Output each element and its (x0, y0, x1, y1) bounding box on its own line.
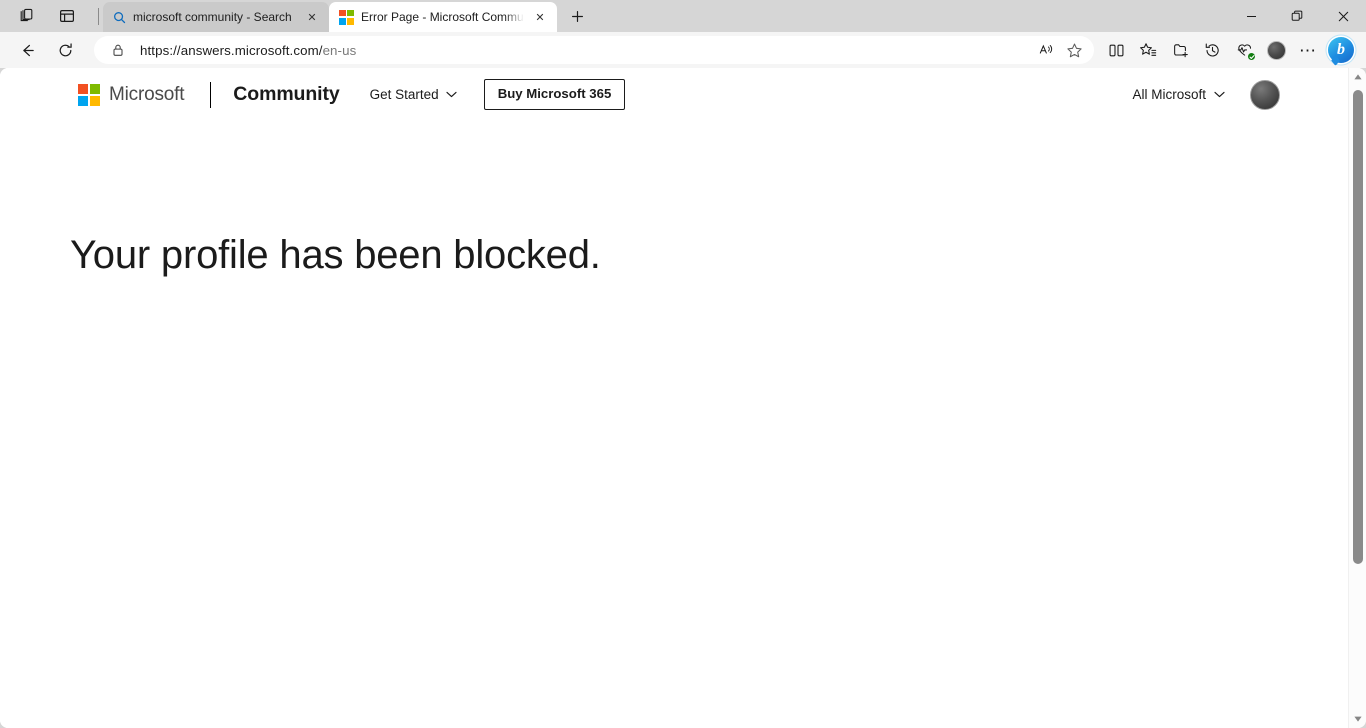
all-microsoft-label: All Microsoft (1132, 87, 1206, 102)
window-controls (1228, 0, 1366, 32)
community-title[interactable]: Community (233, 83, 339, 106)
tab-title: Error Page - Microsoft Community (361, 10, 524, 24)
add-favorite-star-icon[interactable] (1060, 38, 1088, 62)
restore-icon[interactable] (1274, 0, 1320, 32)
minimize-icon[interactable] (1228, 0, 1274, 32)
copilot-icon[interactable]: b (1324, 35, 1358, 65)
split-screen-icon[interactable] (1100, 35, 1132, 65)
tab-close-button[interactable]: ✕ (531, 8, 549, 26)
browser-titlebar: microsoft community - Search ✕ Error Pag… (0, 0, 1366, 32)
url-path: en-us (322, 42, 357, 58)
search-icon (113, 11, 126, 24)
history-icon[interactable] (1196, 35, 1228, 65)
tab-error-page-microsoft-community[interactable]: Error Page - Microsoft Community ✕ (329, 2, 557, 32)
buy-microsoft-365-button[interactable]: Buy Microsoft 365 (483, 79, 626, 110)
scroll-up-arrow[interactable] (1349, 68, 1366, 86)
favorites-icon[interactable] (1132, 35, 1164, 65)
back-button[interactable] (12, 35, 42, 65)
copilot-bing-logo: b (1328, 37, 1354, 63)
address-bar-actions (1032, 38, 1088, 62)
refresh-button[interactable] (50, 35, 80, 65)
new-tab-button[interactable] (563, 2, 591, 30)
essentials-status-badge (1247, 52, 1256, 61)
settings-more-icon[interactable]: ⋯ (1292, 35, 1324, 65)
page-viewport: Microsoft Community Get Started Buy Micr… (0, 68, 1366, 728)
titlebar-left-icons (0, 0, 103, 32)
chevron-down-icon (1214, 91, 1225, 98)
scrollbar-thumb[interactable] (1353, 90, 1363, 564)
tab-actions-icon[interactable] (10, 3, 40, 29)
tab-microsoft-community-search[interactable]: microsoft community - Search ✕ (103, 2, 329, 32)
avatar (1266, 40, 1286, 60)
url-origin: https://answers.microsoft.com/ (140, 42, 323, 58)
tab-close-button[interactable]: ✕ (303, 8, 321, 26)
more-glyph: ⋯ (1299, 40, 1317, 60)
header-divider (210, 81, 212, 108)
collections-icon[interactable] (1164, 35, 1196, 65)
address-bar-url: https://answers.microsoft.com/en-us (130, 43, 1032, 58)
page-scrollbar[interactable] (1348, 68, 1366, 728)
get-started-label: Get Started (369, 87, 439, 102)
titlebar-divider (98, 7, 99, 25)
chevron-down-icon (446, 91, 457, 98)
tab-title: microsoft community - Search (133, 10, 292, 24)
microsoft-logo[interactable] (78, 83, 100, 106)
get-started-menu[interactable]: Get Started (370, 87, 457, 102)
profile-avatar[interactable] (1260, 35, 1292, 65)
browser-essentials-icon[interactable] (1228, 35, 1260, 65)
browser-toolbar: https://answers.microsoft.com/en-us ⋯ b (0, 32, 1366, 68)
lock-icon[interactable] (106, 38, 130, 62)
microsoft-brand-text[interactable]: Microsoft (109, 84, 184, 106)
scroll-down-arrow[interactable] (1349, 710, 1366, 728)
web-page: Microsoft Community Get Started Buy Micr… (0, 68, 1348, 728)
vertical-tabs-icon[interactable] (52, 3, 82, 29)
user-avatar[interactable] (1250, 79, 1280, 110)
microsoft-logo-icon (339, 9, 354, 25)
site-header-right: All Microsoft (1132, 79, 1348, 110)
copilot-glyph: b (1337, 41, 1345, 58)
tab-strip: microsoft community - Search ✕ Error Pag… (103, 0, 591, 32)
all-microsoft-menu[interactable]: All Microsoft (1132, 87, 1225, 102)
close-icon[interactable] (1320, 0, 1366, 32)
address-bar[interactable]: https://answers.microsoft.com/en-us (94, 36, 1094, 64)
read-aloud-icon[interactable] (1032, 38, 1060, 62)
page-title: Your profile has been blocked. (70, 233, 601, 277)
site-header: Microsoft Community Get Started Buy Micr… (0, 68, 1348, 121)
